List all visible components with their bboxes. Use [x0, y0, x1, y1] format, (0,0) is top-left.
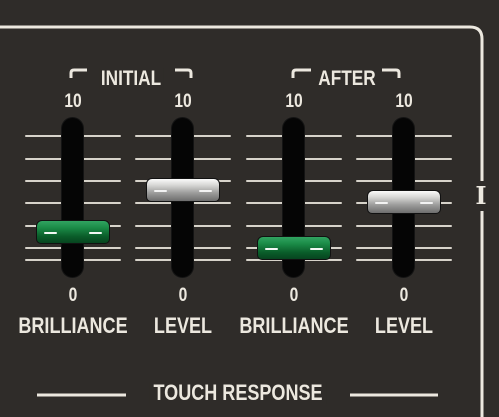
- slider-bottom-label: 0: [399, 285, 409, 306]
- slider-bottom-label: 0: [68, 285, 78, 306]
- slider-top-label: 10: [395, 91, 413, 112]
- initial-brilliance-slider[interactable]: [25, 118, 121, 288]
- touch-response-panel: INITIAL AFTER I 10 10 10 10 0 0 0 0 BRIL…: [0, 0, 499, 417]
- slider-knob[interactable]: [257, 236, 331, 261]
- slider-top-label: 10: [285, 91, 303, 112]
- initial-brilliance-label: BRILLIANCE: [18, 313, 128, 338]
- slider-top-label: 10: [174, 91, 192, 112]
- slider-top-label: 10: [64, 91, 82, 112]
- initial-group-title: INITIAL: [99, 67, 163, 90]
- initial-level-label: LEVEL: [153, 313, 213, 338]
- initial-level-slider[interactable]: [135, 118, 231, 288]
- section-marker: I: [472, 181, 490, 211]
- slider-track: [62, 118, 83, 277]
- after-group-title: AFTER: [316, 67, 378, 90]
- after-brilliance-label: BRILLIANCE: [239, 313, 349, 338]
- slider-bottom-label: 0: [178, 285, 188, 306]
- slider-knob[interactable]: [146, 178, 220, 203]
- after-brilliance-slider[interactable]: [246, 118, 342, 288]
- after-level-slider[interactable]: [356, 118, 452, 288]
- slider-bottom-label: 0: [289, 285, 299, 306]
- touch-response-title: TOUCH RESPONSE: [149, 382, 327, 404]
- slider-knob[interactable]: [36, 219, 110, 244]
- after-level-label: LEVEL: [374, 313, 434, 338]
- slider-knob[interactable]: [367, 189, 441, 214]
